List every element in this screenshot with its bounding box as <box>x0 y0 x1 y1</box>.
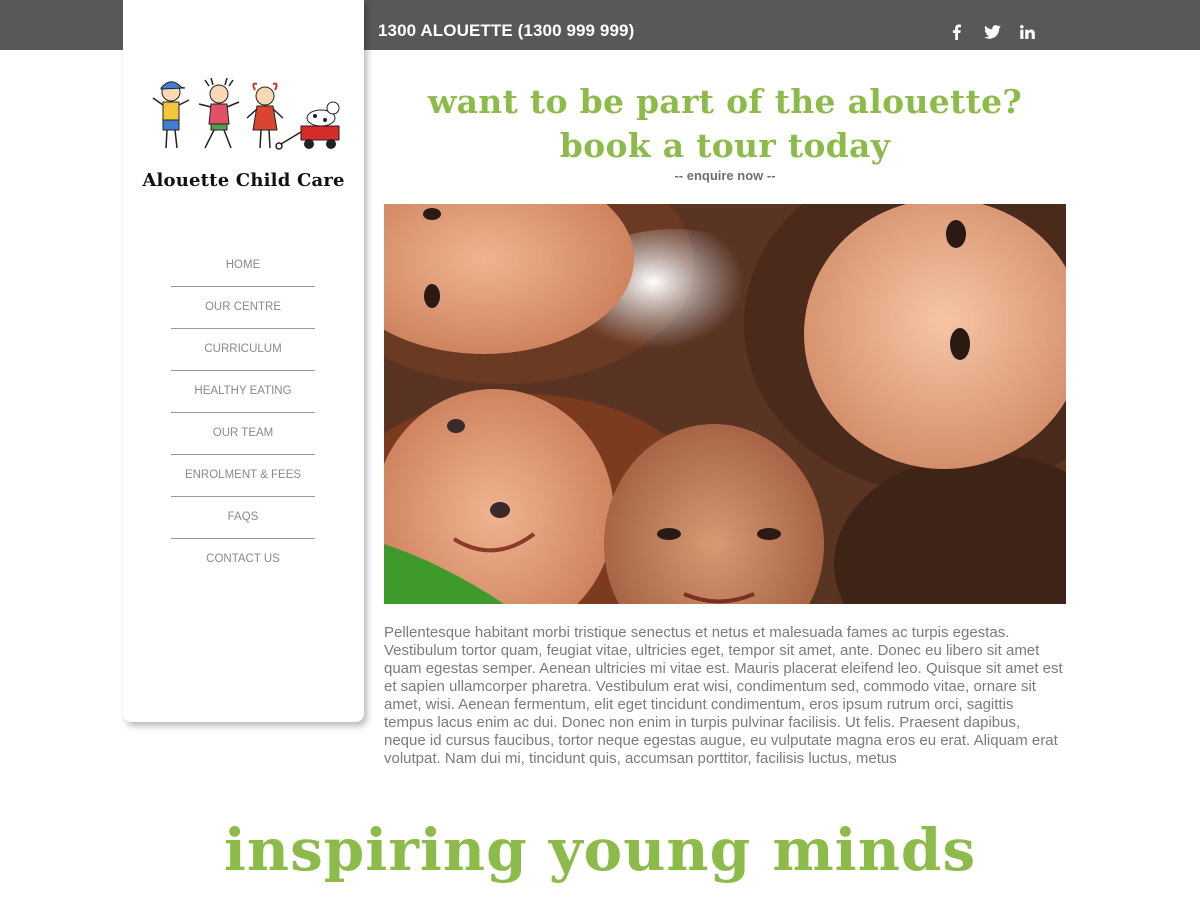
sidebar: Alouette Child Care HOME OUR CENTRE CURR… <box>123 0 364 722</box>
logo-illustration[interactable] <box>149 74 341 156</box>
nav-item-healthy-eating[interactable]: HEALTHY EATING <box>171 371 315 413</box>
nav-item-our-centre[interactable]: OUR CENTRE <box>171 287 315 329</box>
nav-item-our-team[interactable]: OUR TEAM <box>171 413 315 455</box>
phone-number[interactable]: 1300 ALOUETTE (1300 999 999) <box>378 21 634 41</box>
nav-item-curriculum[interactable]: CURRICULUM <box>171 329 315 371</box>
facebook-icon[interactable] <box>949 22 963 42</box>
children-photo <box>384 204 1066 604</box>
nav-item-contact-us[interactable]: CONTACT US <box>171 539 315 580</box>
brand-name[interactable]: Alouette Child Care <box>123 170 364 191</box>
tagline: inspiring young minds <box>223 816 977 884</box>
linkedin-icon[interactable] <box>1017 22 1037 42</box>
promo-headline: want to be part of the alouette? book a … <box>384 80 1066 168</box>
headline-line-1: want to be part of the alouette? <box>427 82 1023 121</box>
nav-item-faqs[interactable]: FAQS <box>171 497 315 539</box>
nav-item-home[interactable]: HOME <box>171 245 315 287</box>
hero-image <box>384 204 1066 604</box>
nav-item-enrolment-fees[interactable]: ENROLMENT & FEES <box>171 455 315 497</box>
headline-line-2: book a tour today <box>559 126 891 165</box>
main-nav: HOME OUR CENTRE CURRICULUM HEALTHY EATIN… <box>171 245 315 580</box>
enquire-now-link[interactable]: -- enquire now -- <box>384 168 1066 183</box>
twitter-icon[interactable] <box>982 22 1002 42</box>
intro-paragraph: Pellentesque habitant morbi tristique se… <box>384 624 1063 767</box>
